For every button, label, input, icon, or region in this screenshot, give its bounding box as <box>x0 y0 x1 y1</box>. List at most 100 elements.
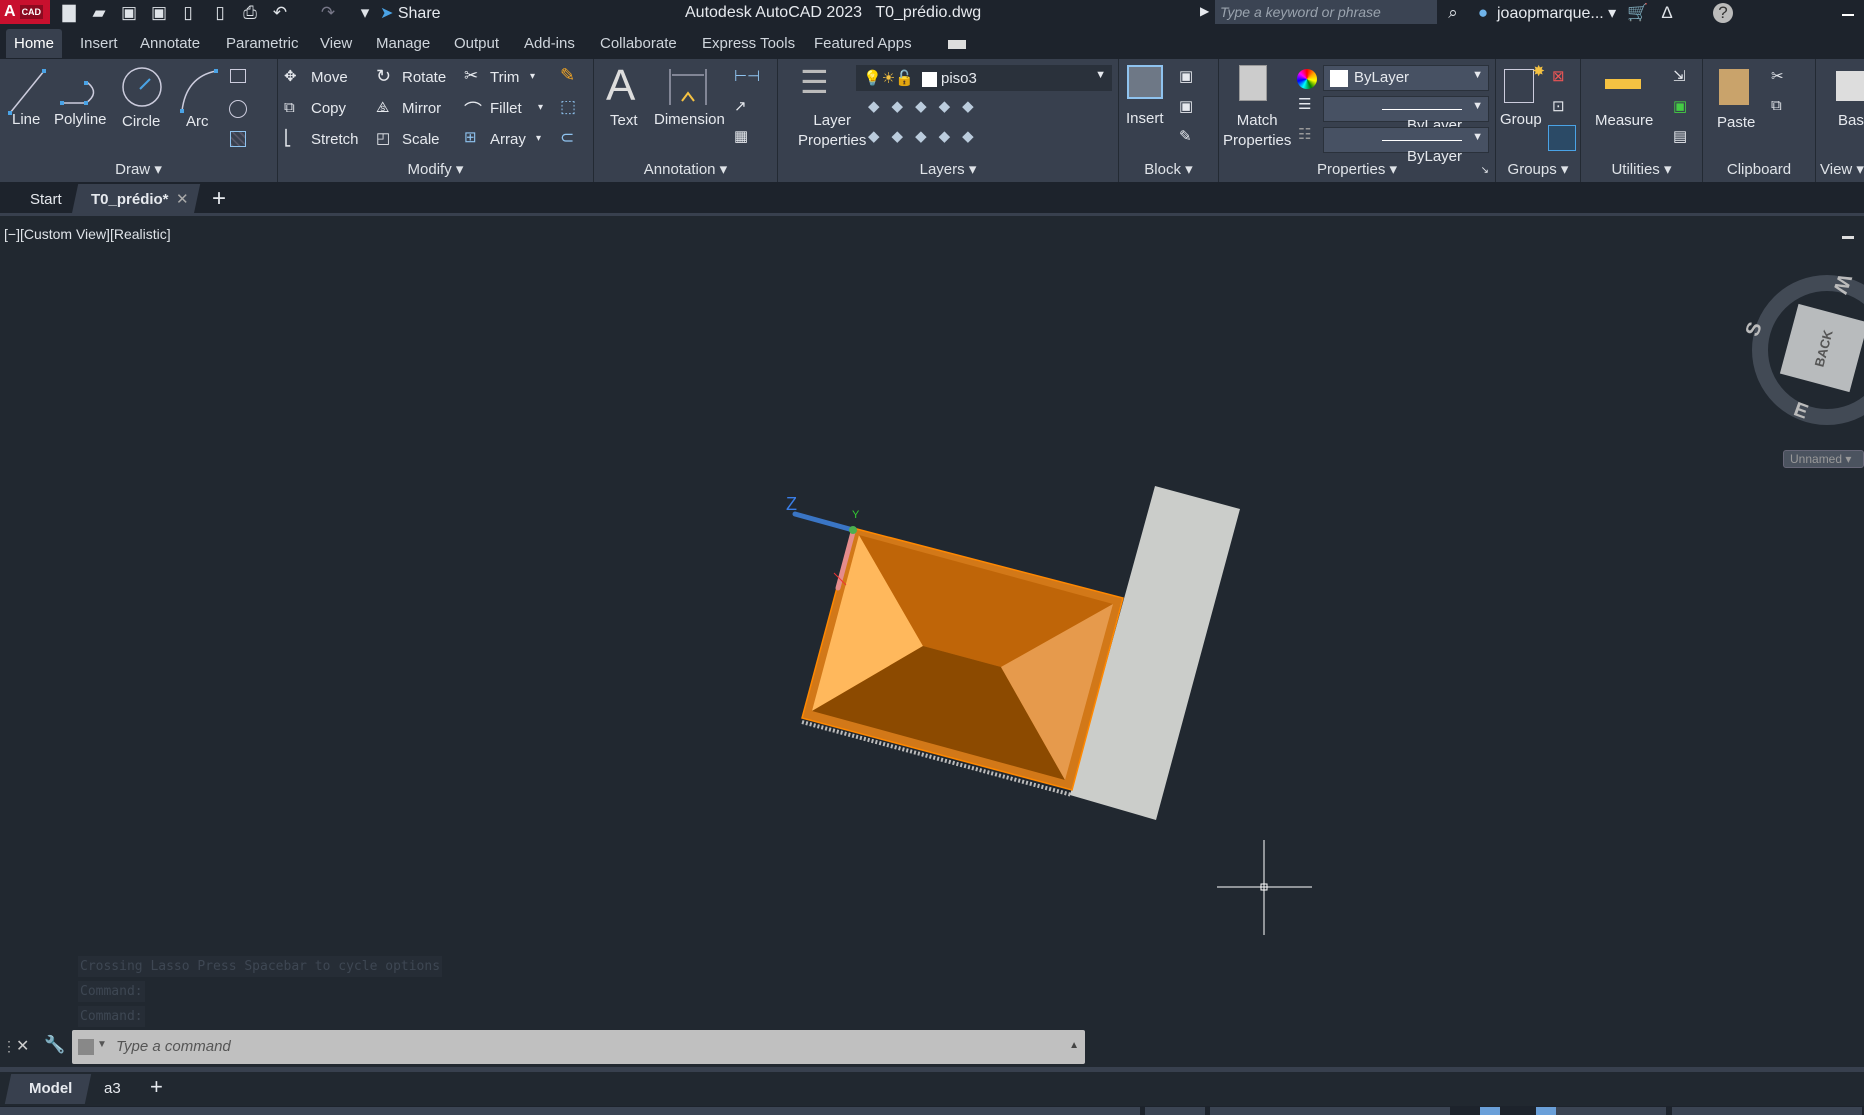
edit-block-icon[interactable]: ▣ <box>1179 97 1193 115</box>
leader-icon[interactable]: ↗ <box>734 97 747 115</box>
tab-insert[interactable]: Insert <box>80 35 118 52</box>
command-line-grip[interactable]: ⋮ <box>2 1038 16 1055</box>
save-icon[interactable]: ▣ <box>119 3 139 23</box>
save-web-icon[interactable]: ▯ <box>210 3 230 23</box>
erase-icon[interactable]: ✎ <box>560 65 575 86</box>
viewport-minimize-icon[interactable] <box>1842 236 1854 239</box>
command-history-toggle[interactable]: ▲ <box>1069 1040 1079 1051</box>
paste-button[interactable]: Paste <box>1717 114 1755 131</box>
ucs-menu[interactable]: Unnamed ▾ <box>1783 450 1864 468</box>
ribbon-minimize-toggle[interactable] <box>948 40 966 49</box>
drawing-area[interactable] <box>0 218 1864 1038</box>
lineweight-dropdown[interactable]: ByLayer ▼ <box>1323 96 1489 134</box>
command-input[interactable]: ▼ Type a command ▲ <box>72 1030 1085 1064</box>
scale-button[interactable]: Scale <box>402 131 440 148</box>
groups-panel-title[interactable]: Groups ▾ <box>1496 160 1580 178</box>
tab-view[interactable]: View <box>320 35 352 52</box>
circle-icon[interactable] <box>120 65 164 109</box>
tab-model[interactable]: Model <box>29 1080 72 1097</box>
select-all-icon[interactable]: ▣ <box>1673 97 1687 115</box>
move-button[interactable]: Move <box>311 69 348 86</box>
polyline-icon[interactable] <box>60 71 102 111</box>
save-as-icon[interactable]: ▣ <box>149 3 169 23</box>
recent-commands-icon[interactable] <box>78 1039 94 1055</box>
insert-button[interactable]: Insert <box>1126 110 1164 127</box>
explode-icon[interactable]: ⬚ <box>560 97 576 117</box>
user-icon[interactable]: ● <box>1473 3 1493 23</box>
close-command-icon[interactable]: ✕ <box>16 1036 29 1056</box>
print-icon[interactable]: ⎙ <box>240 3 260 23</box>
modify-panel-title[interactable]: Modify ▾ <box>278 160 593 178</box>
tab-home[interactable]: Home <box>6 29 63 58</box>
new-file-icon[interactable]: ▇ <box>59 3 79 23</box>
layer-properties-button[interactable]: Layer Properties <box>798 111 866 151</box>
share-button[interactable]: ➤ Share <box>380 3 441 23</box>
copy-button[interactable]: Copy <box>311 100 346 117</box>
minimize-icon[interactable] <box>1842 14 1854 16</box>
tab-featured-apps[interactable]: Featured Apps <box>814 35 912 52</box>
annotation-panel-title[interactable]: Annotation ▾ <box>594 160 777 178</box>
polyline-button[interactable]: Polyline <box>54 111 107 128</box>
tab-collaborate[interactable]: Collaborate <box>600 35 677 52</box>
array-dropdown-icon[interactable]: ▾ <box>536 133 541 144</box>
tab-add-ins[interactable]: Add-ins <box>524 35 575 52</box>
edit-attributes-icon[interactable]: ✎ <box>1179 127 1192 145</box>
customize-qat-icon[interactable]: ▾ <box>355 3 375 23</box>
arc-icon[interactable] <box>178 67 220 113</box>
dialog-launcher-icon[interactable]: ↘ <box>1481 165 1489 176</box>
search-input[interactable]: Type a keyword or phrase <box>1215 0 1437 24</box>
dimension-button[interactable]: Dimension <box>654 111 725 128</box>
circle-button[interactable]: Circle <box>122 113 160 130</box>
status-annotation-toggle[interactable] <box>1536 1107 1556 1115</box>
ellipse-icon[interactable] <box>229 100 247 118</box>
new-layout-icon[interactable]: + <box>150 1074 163 1100</box>
open-web-icon[interactable]: ▯ <box>178 3 198 23</box>
cart-icon[interactable]: 🛒 <box>1627 3 1648 23</box>
status-toggle-on[interactable] <box>1480 1107 1500 1115</box>
group-button[interactable]: Group <box>1500 111 1542 128</box>
undo-icon[interactable]: ↶ <box>270 3 290 23</box>
layer-dropdown[interactable]: 💡☀🔓 piso3 ▼ <box>856 65 1112 91</box>
tab-annotate[interactable]: Annotate <box>140 35 200 52</box>
app-logo[interactable]: A CAD <box>0 0 50 24</box>
tab-output[interactable]: Output <box>454 35 499 52</box>
status-model-space[interactable] <box>1145 1107 1205 1115</box>
arc-button[interactable]: Arc <box>186 113 209 130</box>
array-button[interactable]: Array <box>490 131 526 148</box>
tab-t0-predio[interactable]: T0_prédio* <box>91 191 169 208</box>
status-workspace[interactable] <box>1672 1107 1862 1115</box>
tab-start[interactable]: Start <box>30 191 62 208</box>
help-icon[interactable]: ? <box>1713 3 1733 23</box>
autodesk-app-icon[interactable]: Δ <box>1657 3 1677 23</box>
line-button[interactable]: Line <box>12 111 40 128</box>
stretch-button[interactable]: Stretch <box>311 131 359 148</box>
rectangle-icon[interactable] <box>230 69 246 83</box>
line-icon[interactable] <box>6 67 46 117</box>
status-coordinates[interactable] <box>0 1107 1140 1115</box>
draw-panel-title[interactable]: Draw ▾ <box>0 160 277 178</box>
measure-button[interactable]: Measure <box>1595 112 1653 129</box>
ungroup-icon[interactable]: ⊠ <box>1552 67 1565 85</box>
mirror-button[interactable]: Mirror <box>402 100 441 117</box>
search-icon[interactable]: ⌕ <box>1443 3 1463 23</box>
layer-tools-row2[interactable]: ◆◆◆◆◆ <box>868 127 986 145</box>
base-button[interactable]: Base <box>1838 112 1864 129</box>
cut-icon[interactable]: ✂ <box>1771 67 1784 85</box>
open-folder-icon[interactable]: ▰ <box>89 3 109 23</box>
create-block-icon[interactable]: ▣ <box>1179 67 1193 85</box>
rotate-button[interactable]: Rotate <box>402 69 446 86</box>
fillet-button[interactable]: Fillet <box>490 100 522 117</box>
color-dropdown[interactable]: ByLayer ▼ <box>1323 65 1489 91</box>
block-panel-title[interactable]: Block ▾ <box>1119 160 1218 178</box>
match-properties-button[interactable]: Match Properties <box>1223 111 1291 151</box>
layers-panel-title[interactable]: Layers ▾ <box>778 160 1118 178</box>
trim-button[interactable]: Trim <box>490 69 519 86</box>
hatch-icon[interactable] <box>230 131 246 147</box>
new-tab-icon[interactable]: + <box>212 185 226 213</box>
trim-dropdown-icon[interactable]: ▾ <box>530 71 535 82</box>
fillet-dropdown-icon[interactable]: ▾ <box>538 102 543 113</box>
expand-arrow-icon[interactable]: ▶ <box>1200 4 1209 18</box>
tab-express-tools[interactable]: Express Tools <box>702 35 795 52</box>
offset-icon[interactable]: ⊂ <box>560 128 574 148</box>
properties-panel-title[interactable]: Properties ▾ <box>1219 160 1495 178</box>
